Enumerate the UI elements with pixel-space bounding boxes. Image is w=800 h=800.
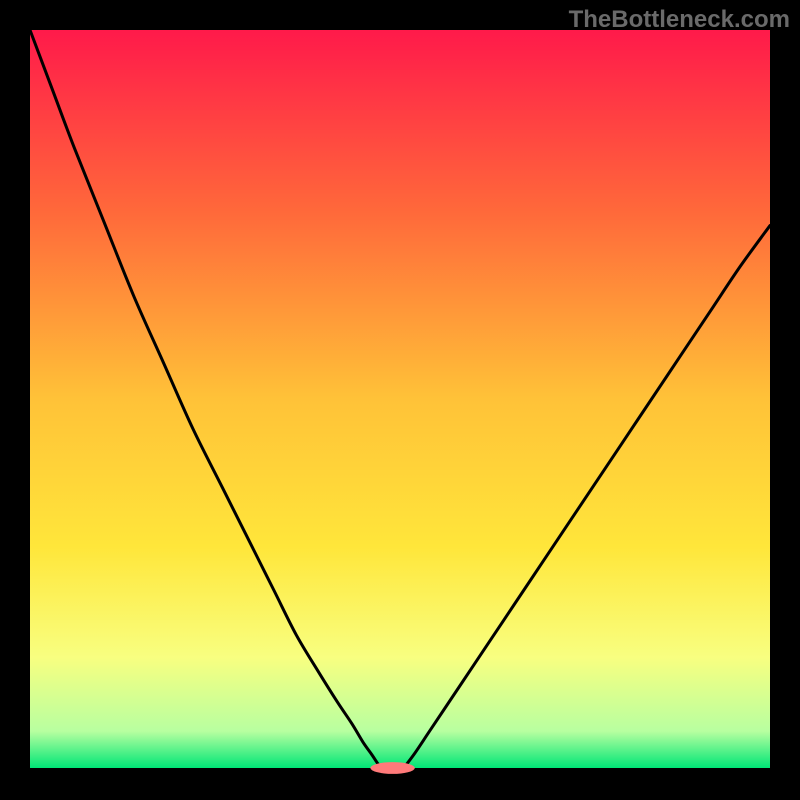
chart-frame: { "watermark": { "text": "TheBottleneck.… <box>0 0 800 800</box>
optimum-marker <box>370 762 414 774</box>
bottleneck-chart <box>0 0 800 800</box>
watermark-text: TheBottleneck.com <box>569 6 790 34</box>
plot-background <box>30 30 770 768</box>
